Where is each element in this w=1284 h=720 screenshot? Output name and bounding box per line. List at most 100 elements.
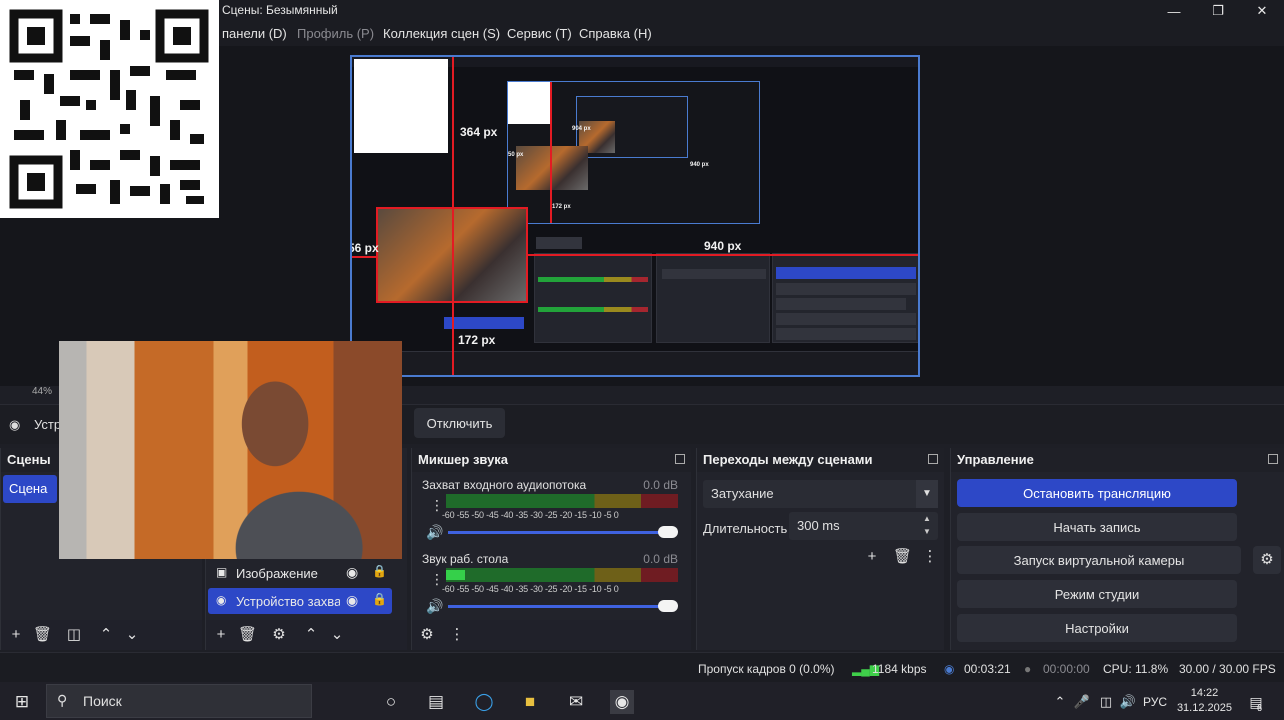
duration-spinbox[interactable]: 300 ms ▲ ▼: [789, 512, 938, 540]
mail-icon[interactable]: ✉: [564, 690, 588, 714]
deactivate-button[interactable]: Отключить: [414, 408, 505, 438]
eye-icon[interactable]: ◉: [346, 592, 358, 609]
settings-button[interactable]: Настройки: [957, 614, 1237, 642]
duration-label: Длительность: [703, 521, 788, 536]
spin-arrows-icon[interactable]: ▲ ▼: [918, 512, 936, 538]
controls-title: Управление: [957, 452, 1034, 467]
filters-icon[interactable]: ◫: [65, 626, 83, 644]
move-down-icon[interactable]: ⌄: [123, 626, 141, 644]
move-down-icon[interactable]: ⌄: [328, 626, 346, 644]
lock-icon[interactable]: 🔒: [372, 564, 387, 578]
preview-qr-image: [354, 59, 448, 153]
more-icon[interactable]: ⋮: [921, 548, 939, 566]
nested-studio-button: [776, 313, 916, 325]
mixer-dock-header: Микшер звука: [412, 448, 691, 472]
add-source-icon[interactable]: +: [212, 626, 230, 644]
network-icon[interactable]: ◫: [1094, 690, 1118, 714]
nested-mixer-panel: [534, 253, 652, 343]
minimize-button[interactable]: —: [1152, 0, 1196, 22]
popout-icon[interactable]: [928, 454, 938, 464]
scene-item[interactable]: Сцена: [3, 475, 57, 503]
nested-preview-2: [576, 96, 688, 158]
mixer-channel-desktop: Звук раб. стола 0.0 dB ⋮ -60 -55 -50 -45…: [418, 552, 682, 618]
virtual-camera-button[interactable]: Запуск виртуальной камеры: [957, 546, 1241, 574]
studio-mode-button[interactable]: Режим студии: [957, 580, 1237, 608]
more-icon[interactable]: ⋮: [448, 626, 466, 644]
edge-icon[interactable]: ◯: [472, 690, 496, 714]
notifications-icon[interactable]: ▤: [1244, 690, 1268, 714]
program-preview[interactable]: 904 px 940 px 50 px 172 px 364 px 940 px…: [350, 55, 920, 377]
volume-icon[interactable]: 🔊: [1116, 690, 1140, 714]
mixer-toolbar: ⚙ ⋮: [412, 620, 691, 650]
channel-name: Звук раб. стола: [422, 552, 509, 566]
close-button[interactable]: ✕: [1240, 0, 1284, 22]
audio-meter: [446, 494, 678, 508]
fps: 30.00 / 30.00 FPS: [1179, 662, 1276, 676]
meter-scale: -60 -55 -50 -45 -40 -35 -30 -25 -20 -15 …: [442, 584, 619, 594]
remove-source-icon[interactable]: 🗑: [238, 626, 257, 644]
controls-dock-header: Управление: [951, 448, 1284, 472]
measure-right-label: 940 px: [704, 239, 742, 253]
image-icon: ▣: [216, 565, 228, 579]
record-time: 00:00:00: [1043, 662, 1090, 676]
stream-time: 00:03:21: [964, 662, 1011, 676]
volume-slider-handle[interactable]: [658, 526, 678, 538]
taskbar-clock[interactable]: 14:22 31.12.2025: [1177, 686, 1232, 716]
advanced-audio-gear-icon[interactable]: ⚙: [418, 626, 436, 644]
menu-profile[interactable]: Профиль (P): [297, 26, 374, 41]
taskbar-search[interactable]: ⚲ Поиск: [46, 684, 312, 718]
speaker-icon[interactable]: 🔊: [426, 598, 443, 615]
language-indicator[interactable]: РУС: [1142, 690, 1168, 714]
camera-icon: ◉: [216, 593, 227, 607]
maximize-button[interactable]: ❐: [1196, 0, 1240, 22]
source-label: Изображение: [236, 566, 318, 581]
volume-slider[interactable]: [448, 605, 676, 608]
move-up-icon[interactable]: ⌃: [97, 626, 115, 644]
record-dot-icon: ●: [1024, 662, 1032, 676]
nested-selected-source: [444, 317, 524, 329]
selected-source-label: Устр: [34, 417, 62, 432]
microphone-icon[interactable]: 🎤: [1070, 690, 1094, 714]
speaker-icon[interactable]: 🔊: [426, 524, 443, 541]
popout-icon[interactable]: [1268, 454, 1278, 464]
volume-slider-handle[interactable]: [658, 600, 678, 612]
source-item-capture[interactable]: ◉ Устройство захвата ◉ 🔒: [208, 588, 392, 614]
start-record-button[interactable]: Начать запись: [957, 513, 1237, 541]
source-item-image[interactable]: ▣ Изображение ◉ 🔒: [208, 560, 392, 586]
task-view-icon[interactable]: ▤: [424, 690, 448, 714]
gear-icon[interactable]: ⚙: [270, 626, 288, 644]
menu-help[interactable]: Справка (H): [579, 26, 652, 41]
menu-docks[interactable]: панели (D): [222, 26, 287, 41]
transitions-dock: Переходы между сценами Затухание ▼ Длите…: [696, 448, 944, 650]
camera-icon: ◉: [9, 417, 21, 432]
menu-scene-collection[interactable]: Коллекция сцен (S): [383, 26, 500, 41]
dropped-frames: Пропуск кадров 0 (0.0%): [698, 662, 835, 676]
eye-icon[interactable]: ◉: [346, 564, 358, 581]
stop-stream-button[interactable]: Остановить трансляцию: [957, 479, 1237, 507]
nested-measure-left: 50 px: [508, 152, 524, 158]
menu-tools[interactable]: Сервис (T): [507, 26, 572, 41]
preview-zoom[interactable]: 44%: [4, 386, 64, 400]
windows-start-icon[interactable]: ⊞: [10, 690, 34, 714]
lock-icon[interactable]: 🔒: [372, 592, 387, 606]
meter-level: [446, 570, 465, 580]
obs-icon[interactable]: ◉: [610, 690, 634, 714]
add-transition-icon[interactable]: +: [863, 548, 881, 566]
remove-transition-icon[interactable]: 🗑: [893, 548, 912, 566]
channel-name: Захват входного аудиопотока: [422, 478, 587, 492]
remove-scene-icon[interactable]: 🗑: [33, 626, 52, 644]
file-explorer-icon[interactable]: ■: [518, 690, 542, 714]
volume-slider[interactable]: [448, 531, 676, 534]
virtual-camera-gear-icon[interactable]: ⚙: [1253, 546, 1281, 574]
chevron-down-icon: ▼: [916, 480, 938, 508]
add-scene-icon[interactable]: +: [7, 626, 25, 644]
transition-select[interactable]: Затухание ▼: [703, 480, 938, 508]
cortana-icon[interactable]: ○: [379, 690, 403, 714]
popout-icon[interactable]: [675, 454, 685, 464]
measure-left-label: 56 px: [350, 241, 379, 255]
move-up-icon[interactable]: ⌃: [302, 626, 320, 644]
controls-dock: Управление Остановить трансляцию Начать …: [950, 448, 1284, 650]
guide-right: [528, 254, 918, 256]
tray-chevron-up-icon[interactable]: ⌃: [1048, 690, 1072, 714]
nested-disable-button: [536, 237, 582, 249]
